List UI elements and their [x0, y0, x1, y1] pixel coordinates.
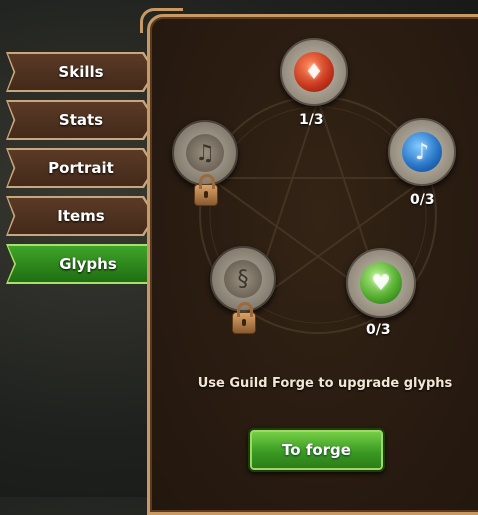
nature-glyph-count: 0/3 [366, 322, 391, 338]
water-glyph-count: 0/3 [410, 192, 435, 208]
forge-info-text: Use Guild Forge to upgrade glyphs [197, 376, 453, 391]
lock-icon [194, 174, 218, 206]
to-forge-button[interactable]: To forge [248, 428, 385, 472]
to-forge-button-label: To forge [282, 441, 351, 459]
fire-glyph-slot[interactable]: ♦ [280, 38, 348, 106]
nature-glyph-slot[interactable]: ♥ [346, 248, 416, 318]
water-glyph-slot[interactable]: ♪ [388, 118, 456, 186]
lock-icon [232, 302, 256, 334]
fire-glyph-count: 1/3 [299, 112, 324, 128]
locked-glyph-icon: ♫ [195, 140, 215, 166]
locked-glyph-icon: § [237, 266, 249, 292]
nature-glyph-icon: ♥ [371, 270, 391, 296]
water-glyph-icon: ♪ [414, 139, 430, 165]
fire-glyph-icon: ♦ [304, 59, 324, 85]
